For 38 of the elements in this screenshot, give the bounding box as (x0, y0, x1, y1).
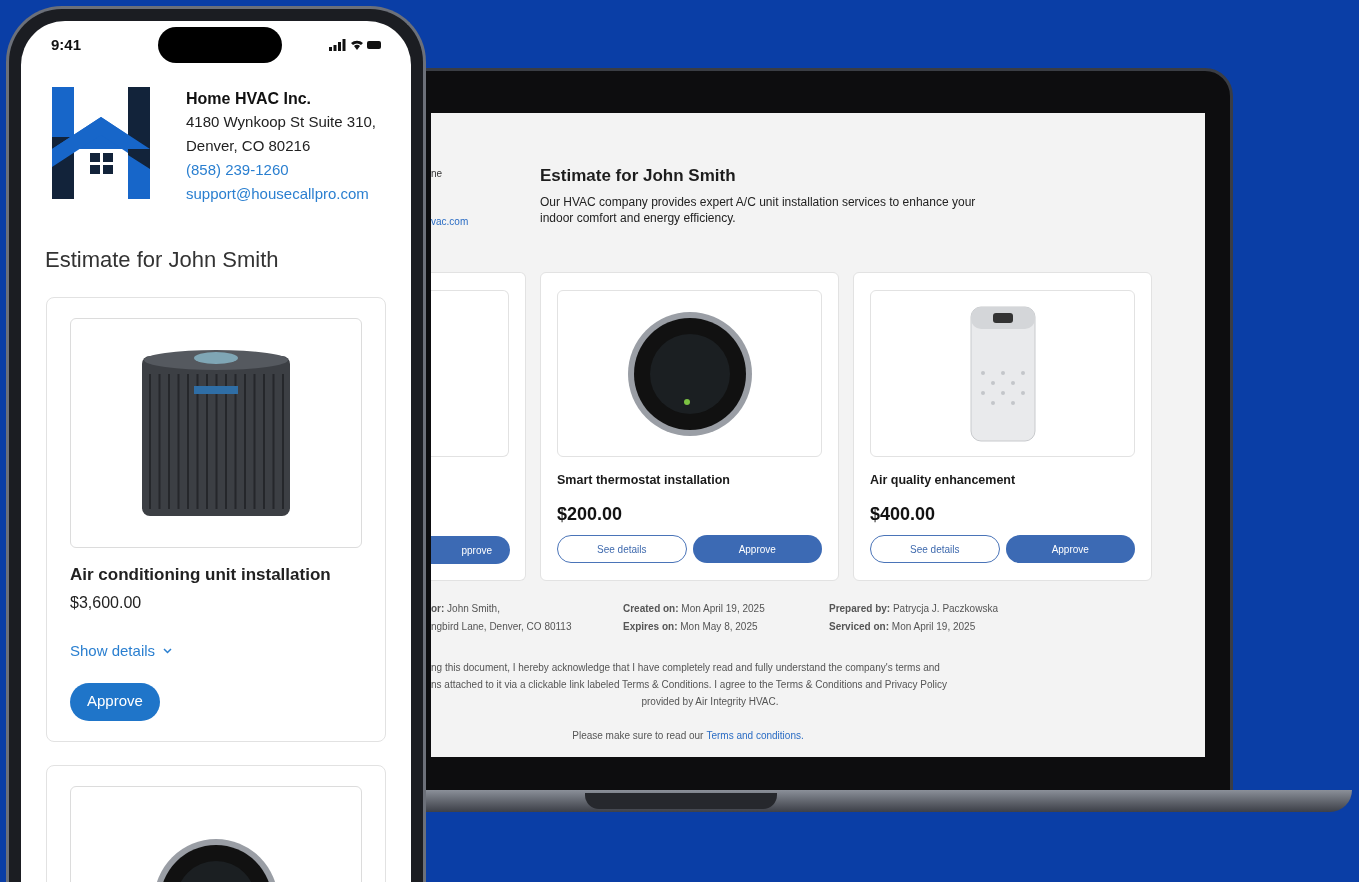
meta-text: Serviced on: Mon April 19, 2025 (829, 620, 977, 634)
meta-text: Created on: Mon April 19, 2025 (623, 602, 766, 616)
product-title: Air conditioning unit installation (70, 564, 332, 586)
chevron-down-icon (163, 648, 173, 655)
product-title: Smart thermostat installation (557, 472, 731, 488)
company-name: Home HVAC Inc. (186, 89, 313, 109)
status-time: 9:41 (51, 34, 83, 55)
product-price: $200.00 (557, 503, 624, 525)
meta-text: or: John Smith, (431, 602, 501, 616)
company-address: 4180 Wynkoop St Suite 310, (186, 112, 376, 132)
terms-note: Please make sure to read our (572, 729, 704, 743)
house-logo-icon (52, 87, 150, 199)
show-details-link[interactable]: Show details (70, 640, 173, 663)
company-address: Denver, CO 80216 (186, 136, 312, 156)
disclaimer-text: ns attached to it via a clickable link labeled Terms & Conditions. I agree to the Terms & Conditions and Privacy Policy (431, 678, 948, 692)
approve-button[interactable]: Approve (692, 535, 822, 563)
status-icons-icon (329, 39, 381, 51)
estimate-heading: Estimate for John Smith (44, 246, 280, 274)
estimate-description: Our HVAC company provides expert A/C unit installation services to enhance your indoor comfort and energy efficiency. (540, 194, 977, 226)
see-details-button[interactable]: See details (557, 535, 687, 563)
approve-button[interactable]: pprove (431, 536, 510, 564)
email-link[interactable]: vac.com (431, 215, 540, 229)
meta-text: Prepared by: Patrycja J. Paczkowska (829, 602, 999, 616)
product-price: $400.00 (870, 503, 937, 525)
approve-button[interactable]: Approve (1005, 535, 1135, 563)
terms-link[interactable]: Terms and conditions. (706, 728, 804, 743)
approve-button[interactable]: Approve (70, 682, 160, 721)
estimate-heading: Estimate for John Smith (540, 165, 737, 187)
phone-link[interactable]: (858) 239-1260 (186, 158, 376, 182)
disclaimer-text: ng this document, I hereby acknowledge that I have completely read and fully understand the company's terms and (431, 661, 941, 675)
product-title: Air quality enhancement (870, 472, 1017, 488)
disclaimer-text: provided by Air Integrity HVAC. (640, 695, 780, 709)
company-text: ne (431, 167, 444, 181)
meta-text: ngbird Lane, Denver, CO 80113 (431, 620, 573, 634)
product-price: $3,600.00 (70, 593, 143, 613)
email-link[interactable]: support@housecallpro.com (186, 182, 376, 206)
meta-text: Expires on: Mon May 8, 2025 (623, 620, 759, 634)
see-details-button[interactable]: See details (870, 535, 1000, 563)
